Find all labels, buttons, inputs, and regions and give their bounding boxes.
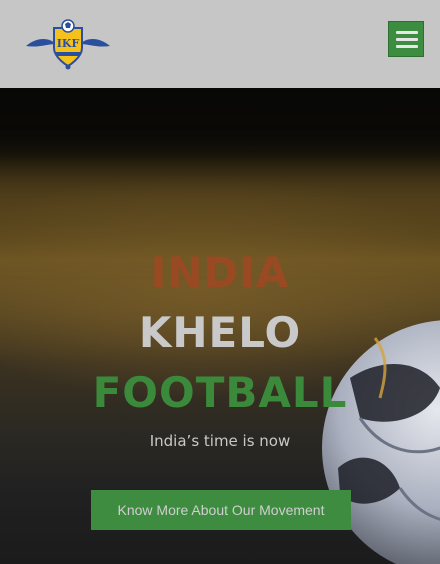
menu-icon-bar — [396, 38, 418, 41]
hero-title-khelo: KHELO — [138, 308, 302, 357]
hamburger-menu-button[interactable] — [388, 21, 424, 57]
site-header: IKF — [0, 0, 440, 88]
hero-background — [0, 168, 440, 238]
know-more-button[interactable]: Know More About Our Movement — [91, 490, 351, 530]
hero-title-football: FOOTBALL — [92, 368, 348, 417]
hero-tagline: India’s time is now — [149, 432, 291, 450]
ikf-logo[interactable]: IKF — [24, 18, 112, 70]
hero-banner: INDIA KHELO FOOTBALL India’s time is now… — [0, 88, 440, 564]
menu-icon-bar — [396, 45, 418, 48]
svg-text:IKF: IKF — [57, 37, 80, 50]
menu-icon-bar — [396, 31, 418, 34]
hero-title-india: INDIA — [150, 248, 290, 297]
